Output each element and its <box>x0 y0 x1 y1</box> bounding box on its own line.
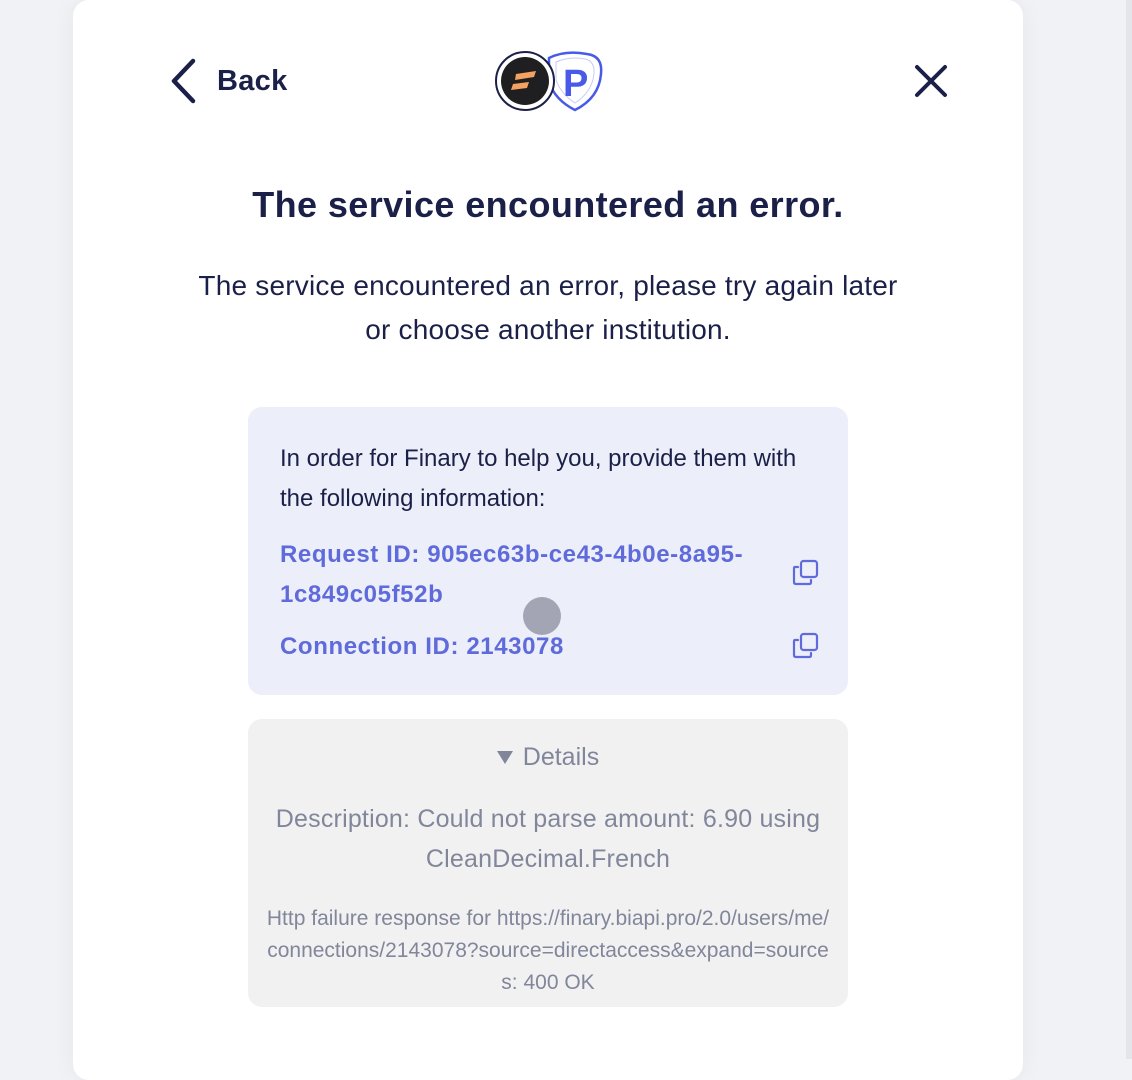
page-edge <box>1126 0 1132 1059</box>
copy-icon <box>792 558 820 586</box>
http-error-message: Http failure response for https://finary… <box>266 907 830 994</box>
error-message: The service encountered an error, please… <box>198 270 898 345</box>
copy-request-id-button[interactable] <box>792 558 820 586</box>
details-toggle[interactable]: Details <box>248 737 848 777</box>
error-modal: Back P The service encountered an error.… <box>73 0 1023 1080</box>
copy-connection-id-button[interactable] <box>792 631 820 659</box>
triangle-down-icon <box>496 750 513 764</box>
svg-text:P: P <box>563 63 588 105</box>
back-label: Back <box>217 64 288 97</box>
copy-icon <box>792 631 820 659</box>
chevron-left-icon <box>169 58 197 104</box>
details-label: Details <box>522 742 600 771</box>
powens-shield-logo: P <box>547 51 603 112</box>
error-description: Description: Could not parse amount: 6.9… <box>275 805 821 873</box>
close-icon <box>911 61 951 101</box>
back-button[interactable]: Back <box>169 58 288 104</box>
error-title: The service encountered an error. <box>252 184 844 225</box>
close-button[interactable] <box>911 61 951 101</box>
provider-logos: P <box>493 48 605 114</box>
touch-cursor <box>523 597 561 635</box>
support-info-box: In order for Finary to help you, provide… <box>248 407 848 695</box>
details-box: Details Description: Could not parse amo… <box>248 719 848 1007</box>
support-intro: In order for Finary to help you, provide… <box>280 445 797 512</box>
finary-logo <box>495 51 555 111</box>
connection-id: Connection ID: 2143078 <box>280 633 564 660</box>
request-id: Request ID: 905ec63b-ce43-4b0e-8a95-1c84… <box>280 541 744 608</box>
